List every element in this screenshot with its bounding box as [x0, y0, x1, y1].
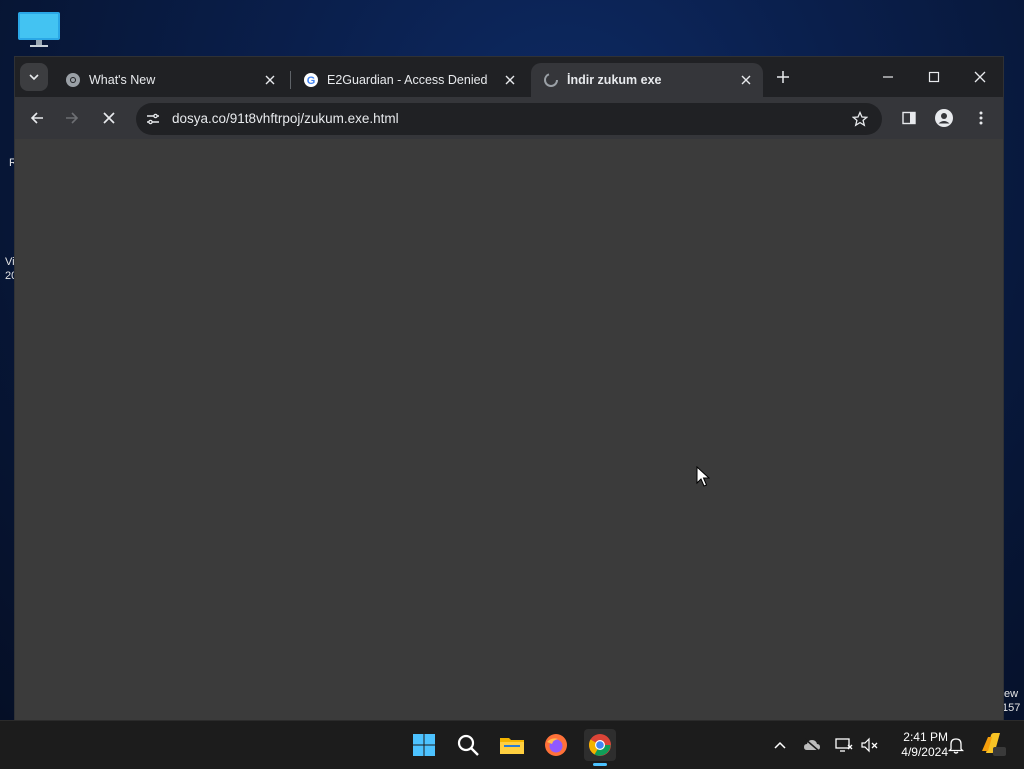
- new-tab-button[interactable]: [773, 67, 793, 87]
- chevron-up-icon: [774, 741, 786, 749]
- url-text[interactable]: dosya.co/91t8vhftrpoj/zukum.exe.html: [172, 111, 399, 126]
- onedrive-tray-button[interactable]: [802, 735, 822, 755]
- close-icon[interactable]: [501, 71, 519, 89]
- taskbar-search-button[interactable]: [452, 729, 484, 761]
- cloud-offline-icon: [804, 738, 820, 752]
- tab-title: E2Guardian - Access Denied: [327, 73, 488, 87]
- tab-search-button[interactable]: [20, 63, 48, 91]
- google-icon: G: [303, 72, 319, 88]
- windows-start-button[interactable]: [408, 729, 440, 761]
- desktop-edge-text: 157: [1002, 702, 1021, 714]
- copilot-pre-icon: [982, 733, 1006, 756]
- firefox-icon: [545, 734, 567, 756]
- side-panel-icon: [902, 111, 916, 125]
- arrow-right-icon: [66, 112, 79, 124]
- close-icon: [103, 112, 115, 124]
- tab-title: İndir zukum exe: [567, 73, 662, 87]
- mouse-cursor-icon: [696, 465, 711, 488]
- network-icon: [835, 738, 853, 752]
- minimize-button[interactable]: [868, 63, 908, 91]
- close-window-button[interactable]: [960, 63, 1000, 91]
- taskbar: 2:41 PM 4/9/2024: [0, 720, 1024, 769]
- desktop-edge-text: Vi: [5, 256, 15, 268]
- profile-avatar-icon: [935, 109, 953, 127]
- page-content[interactable]: [15, 139, 1003, 720]
- desktop-edge-text: ew: [1004, 688, 1019, 700]
- site-settings-icon[interactable]: [145, 111, 161, 127]
- minimize-icon: [883, 76, 893, 78]
- close-icon[interactable]: [261, 71, 279, 89]
- active-app-indicator: [593, 763, 607, 766]
- maximize-button[interactable]: [914, 63, 954, 91]
- search-icon: [457, 734, 479, 756]
- tab-e2guardian[interactable]: G E2Guardian - Access Denied: [291, 63, 527, 97]
- chevron-down-icon: [29, 74, 39, 81]
- chrome-icon: [65, 72, 81, 88]
- arrow-left-icon: [30, 112, 43, 124]
- file-explorer-icon: [500, 738, 524, 754]
- tab-title: What's New: [89, 73, 156, 87]
- chrome-window: What's New G E2Guardian - Access Denied: [15, 57, 1003, 720]
- file-explorer-button[interactable]: [496, 729, 528, 761]
- volume-tray-button[interactable]: [860, 735, 880, 755]
- volume-muted-icon: [861, 737, 878, 753]
- forward-button[interactable]: [61, 107, 83, 129]
- taskbar-clock[interactable]: 2:41 PM 4/9/2024: [886, 730, 948, 760]
- clock-time: 2:41 PM: [903, 730, 948, 744]
- profile-button[interactable]: [933, 107, 955, 129]
- browser-toolbar: dosya.co/91t8vhftrpoj/zukum.exe.html: [15, 97, 1003, 139]
- chrome-icon: [589, 734, 611, 756]
- copilot-preview-button[interactable]: [980, 731, 1006, 757]
- firefox-button[interactable]: [540, 729, 572, 761]
- loading-spinner-icon: [543, 72, 559, 88]
- plus-icon: [777, 71, 789, 83]
- stop-loading-button[interactable]: [98, 107, 120, 129]
- notifications-button[interactable]: [946, 735, 966, 755]
- this-pc-desktop-icon[interactable]: [16, 10, 62, 50]
- chrome-taskbar-button[interactable]: [584, 729, 616, 761]
- bookmark-star-icon[interactable]: [851, 110, 869, 127]
- more-vertical-icon: [979, 111, 983, 125]
- tab-whats-new[interactable]: What's New: [53, 63, 287, 97]
- menu-button[interactable]: [970, 107, 992, 129]
- bell-icon: [948, 738, 964, 754]
- network-tray-button[interactable]: [834, 735, 854, 755]
- close-icon[interactable]: [737, 71, 755, 89]
- tab-strip: What's New G E2Guardian - Access Denied: [15, 57, 1003, 97]
- back-button[interactable]: [26, 107, 48, 129]
- close-icon: [974, 71, 986, 83]
- clock-date: 4/9/2024: [901, 745, 948, 759]
- tab-indir-zukum[interactable]: İndir zukum exe: [531, 63, 763, 97]
- side-panel-button[interactable]: [898, 107, 920, 129]
- address-bar[interactable]: dosya.co/91t8vhftrpoj/zukum.exe.html: [136, 103, 882, 135]
- show-hidden-icons-button[interactable]: [770, 735, 790, 755]
- windows-start-icon: [413, 734, 435, 756]
- svg-text:G: G: [307, 75, 316, 87]
- maximize-icon: [928, 71, 940, 83]
